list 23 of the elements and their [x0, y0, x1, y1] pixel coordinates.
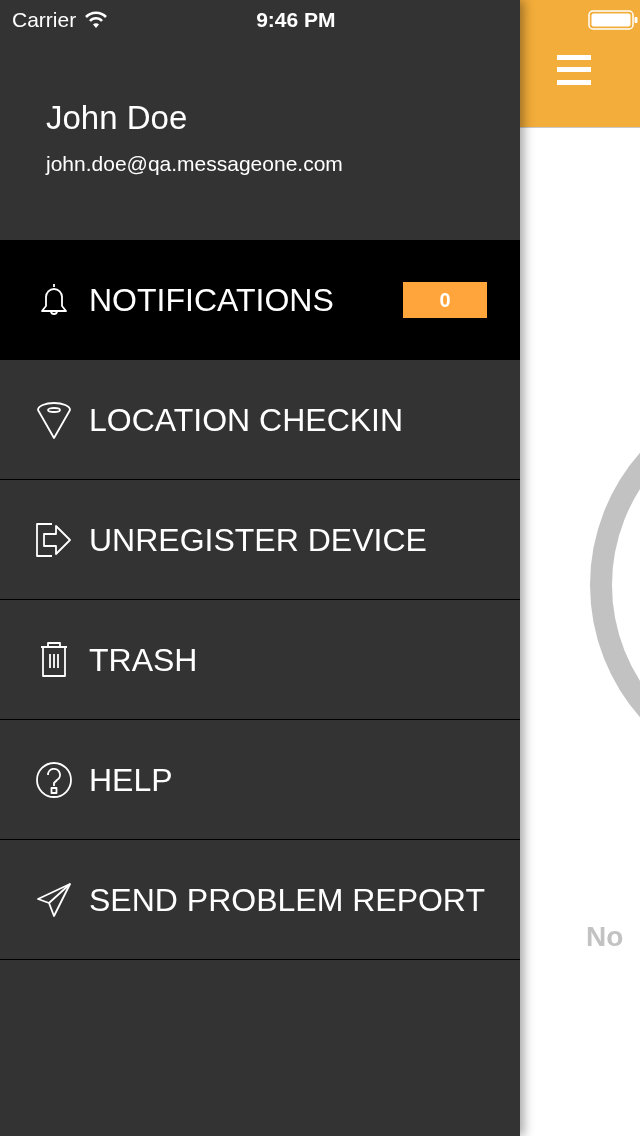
menu-label: SEND PROBLEM REPORT	[89, 880, 486, 920]
empty-message: No	[586, 920, 625, 954]
help-icon	[34, 759, 74, 800]
status-time: 9:46 PM	[256, 7, 336, 34]
menu-item[interactable]: UNREGISTER DEVICE	[0, 480, 520, 600]
menu-item[interactable]: HELP	[0, 720, 520, 840]
menu-item[interactable]: TRASH	[0, 600, 520, 720]
user-email: john.doe@qa.messageone.com	[46, 151, 344, 177]
wifi-icon	[84, 11, 109, 29]
menu-item[interactable]: SEND PROBLEM REPORT	[0, 840, 520, 960]
user-name: John Doe	[46, 98, 189, 138]
menu-label: HELP	[89, 760, 174, 800]
menu-item[interactable]: NOTIFICATIONS 0	[0, 240, 520, 360]
menu-item[interactable]: LOCATION CHECKIN	[0, 360, 520, 480]
menu-label: UNREGISTER DEVICE	[89, 520, 428, 560]
location-pin-icon	[34, 399, 74, 440]
menu-label: LOCATION CHECKIN	[89, 400, 405, 440]
menu-label: TRASH	[89, 640, 199, 680]
menu-icon[interactable]	[557, 55, 591, 85]
count-badge: 0	[403, 282, 487, 318]
menu-label: NOTIFICATIONS	[89, 281, 335, 320]
carrier-label: Carrier	[12, 7, 77, 34]
battery-icon	[588, 9, 640, 31]
